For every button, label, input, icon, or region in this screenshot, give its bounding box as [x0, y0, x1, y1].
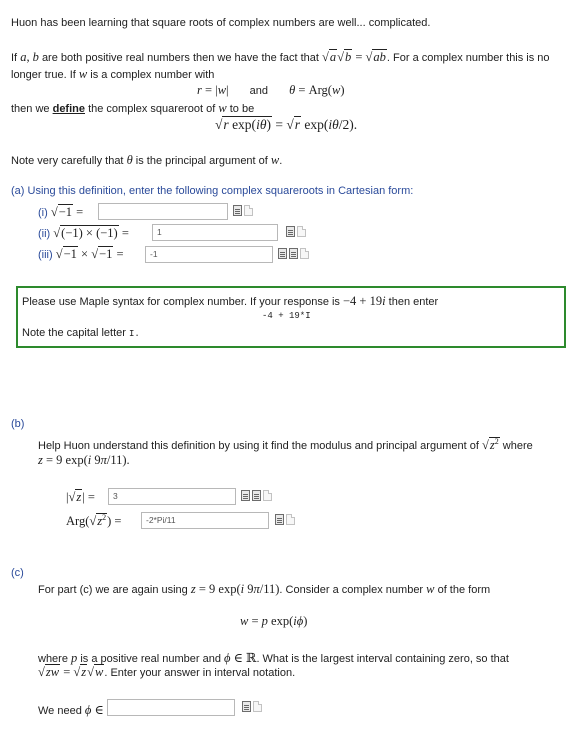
answer-a-i-input[interactable] — [98, 203, 228, 220]
part-c-text-1: For part (c) we are again using z = 9 ex… — [38, 582, 490, 597]
math: p — [71, 651, 78, 665]
text: is a complex number with — [90, 69, 215, 81]
text: . Enter your answer in interval notation… — [104, 667, 296, 679]
text: and — [249, 85, 269, 97]
part-b-z-def: z = 9 exp(i 9π/11). — [38, 453, 130, 467]
document-icon[interactable] — [263, 489, 272, 501]
def-formula: √r exp(iθ) = √r exp(iθ/2). — [215, 116, 358, 132]
text: is the principal argument of — [135, 155, 268, 167]
label: (iii) — [38, 249, 53, 261]
text: then we — [11, 103, 50, 115]
math: ϕ ∈ ℝ — [224, 651, 257, 665]
part-c-w-form: w = p exp(iϕ) — [240, 614, 308, 628]
math: w — [426, 582, 435, 596]
def-r-theta: r = |w| and θ = Arg(w) — [197, 83, 345, 97]
preview-icon[interactable] — [233, 204, 242, 216]
capital-i: I. — [129, 329, 140, 339]
text: are both positive real numbers then we h… — [41, 52, 319, 64]
define-word: define — [52, 103, 85, 115]
text: where — [502, 440, 533, 453]
a-iii-icons — [276, 247, 309, 259]
document-icon[interactable] — [300, 247, 309, 259]
a-i-icons — [231, 204, 253, 216]
document-icon[interactable] — [244, 204, 253, 216]
part-c-label: (c) — [11, 567, 24, 579]
part-a-ii: (ii) √(−1) × (−1) = — [38, 225, 129, 240]
part-a-i: (i) √−1 = — [38, 204, 84, 219]
document-icon[interactable] — [253, 700, 262, 712]
text: then enter — [388, 296, 439, 308]
math: w — [218, 101, 227, 115]
part-a-iii: (iii) √−1 × √−1 = — [38, 246, 124, 261]
intro-line-define: then we define the complex squareroot of… — [11, 101, 254, 116]
math: √z2 — [481, 437, 500, 453]
note-line-1: Please use Maple syntax for complex numb… — [22, 294, 438, 309]
math: b — [32, 50, 39, 64]
math: ϕ ∈ — [84, 703, 104, 717]
math: , — [26, 50, 30, 64]
preview-icon[interactable] — [241, 489, 250, 501]
part-c-text-3: √zw = √z√w. Enter your answer in interva… — [38, 664, 296, 680]
text: the complex squareroot of — [88, 103, 216, 115]
part-c-text-2: where p is a positive real number and ϕ … — [38, 650, 509, 666]
text: to be — [229, 103, 255, 115]
part-b-label: (b) — [11, 418, 25, 430]
preview-icon[interactable] — [286, 225, 295, 237]
preview-icon-2[interactable] — [252, 489, 261, 501]
phi-label: We need ϕ ∈ — [38, 702, 104, 718]
arg-label: Arg(√z2) = — [66, 513, 122, 529]
label: (i) — [38, 207, 48, 219]
maple-syntax-note: Please use Maple syntax for complex numb… — [16, 286, 566, 348]
document-icon[interactable] — [297, 225, 306, 237]
note-line-3: Note the capital letter I. — [22, 327, 140, 339]
mod-icons — [239, 489, 272, 501]
math: θ — [126, 153, 133, 167]
text: longer true. If — [11, 69, 76, 81]
math: √zw = √z√w — [38, 664, 105, 679]
math: z = 9 exp(i 9π/11) — [190, 582, 280, 596]
text: For part (c) we are again using — [38, 584, 188, 596]
intro-line-2: If a, b are both positive real numbers t… — [11, 49, 550, 65]
text: If — [11, 52, 18, 64]
modulus-input[interactable]: 3 — [108, 488, 236, 505]
math: w — [270, 153, 280, 167]
preview-icon[interactable] — [278, 247, 287, 259]
math: w — [78, 67, 88, 81]
text: . For a complex number this is no — [386, 52, 550, 64]
label: (ii) — [38, 228, 51, 240]
argument-input[interactable]: -2*Pi/11 — [141, 512, 269, 529]
a-ii-icons — [284, 225, 306, 237]
note-principal: Note very carefully that θ is the princi… — [11, 153, 283, 167]
preview-icon[interactable] — [275, 513, 284, 525]
answer-a-iii-input[interactable]: -1 — [145, 246, 273, 263]
part-b-text: Help Huon understand this definition by … — [38, 437, 533, 453]
mod-label: |√z| = — [66, 489, 95, 504]
phi-interval-input[interactable] — [107, 699, 235, 716]
math-sqrt-identity: √a√b = √ab — [322, 49, 387, 64]
note-code: -4 + 19*I — [262, 311, 311, 321]
intro-line-3: longer true. If w is a complex number wi… — [11, 67, 214, 82]
text: . Consider a complex number — [279, 584, 424, 596]
text: Note very carefully that — [11, 155, 124, 167]
preview-icon[interactable] — [242, 700, 251, 712]
text: We need — [38, 705, 82, 717]
text: of the form — [437, 584, 491, 596]
math: −4 + 19i — [343, 294, 386, 308]
arg-icons — [273, 513, 295, 525]
intro-line-1: Huon has been learning that square roots… — [11, 17, 431, 29]
text: Please use Maple syntax for complex numb… — [22, 296, 340, 308]
text: Note the capital letter — [22, 327, 126, 339]
text: Help Huon understand this definition by … — [38, 440, 479, 453]
answer-a-ii-input[interactable]: 1 — [152, 224, 278, 241]
part-a-label: (a) Using this definition, enter the fol… — [11, 185, 414, 197]
text: . What is the largest interval containin… — [256, 653, 509, 665]
phi-icons — [240, 700, 262, 712]
document-icon[interactable] — [286, 513, 295, 525]
preview-icon-2[interactable] — [289, 247, 298, 259]
